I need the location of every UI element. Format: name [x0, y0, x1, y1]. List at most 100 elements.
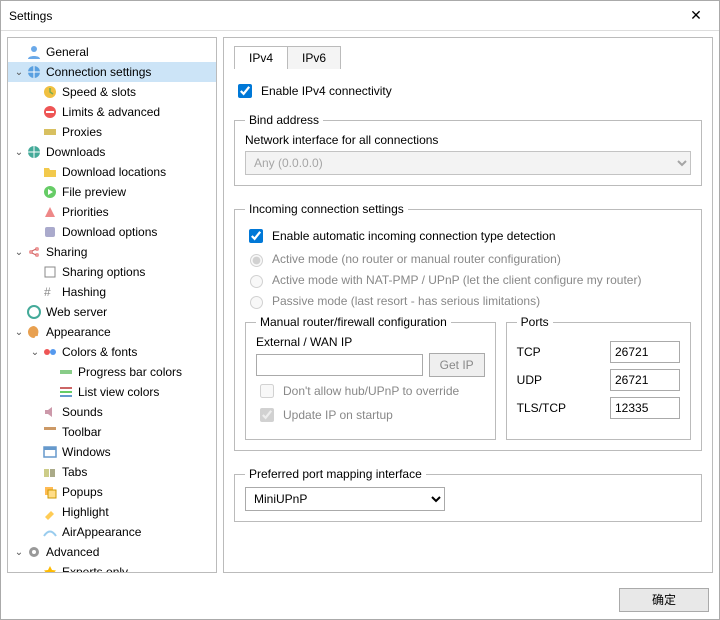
folder-icon — [42, 164, 58, 180]
clock-icon — [42, 84, 58, 100]
chevron-down-icon[interactable]: ⌄ — [12, 327, 26, 338]
tree-item-label: General — [46, 45, 89, 59]
sopts-icon — [42, 264, 58, 280]
tree-item[interactable]: # Hashing — [8, 282, 216, 302]
expert-icon — [42, 564, 58, 573]
tree-item[interactable]: Tabs — [8, 462, 216, 482]
settings-tree[interactable]: General ⌄ Connection settings Speed & slots… — [7, 37, 217, 573]
share-icon — [26, 244, 42, 260]
pref-mapping-legend: Preferred port mapping interface — [245, 467, 426, 481]
tree-item[interactable]: ⌄Colors & fonts — [8, 342, 216, 362]
tree-item-label: File preview — [62, 185, 126, 199]
incoming-group: Incoming connection settings Enable auto… — [234, 202, 702, 451]
tab-ipv4[interactable]: IPv4 — [234, 46, 288, 69]
web-icon — [26, 304, 42, 320]
chevron-down-icon[interactable]: ⌄ — [28, 347, 42, 358]
close-icon[interactable]: ✕ — [681, 7, 711, 24]
radio-nat[interactable] — [250, 275, 263, 288]
chevron-down-icon[interactable]: ⌄ — [12, 147, 26, 158]
tree-item[interactable]: Experts only — [8, 562, 216, 573]
tree-item[interactable]: Popups — [8, 482, 216, 502]
tree-item[interactable]: Priorities — [8, 202, 216, 222]
tree-item[interactable]: ⌄ Sharing — [8, 242, 216, 262]
tcp-input[interactable] — [610, 341, 680, 363]
tree-item[interactable]: General — [8, 42, 216, 62]
titlebar: Settings ✕ — [1, 1, 719, 31]
tls-label: TLS/TCP — [517, 401, 566, 415]
tree-item[interactable]: Speed & slots — [8, 82, 216, 102]
tree-item-label: Tabs — [62, 465, 87, 479]
gear-icon — [26, 544, 42, 560]
no-override-checkbox[interactable] — [260, 384, 274, 398]
ports-legend: Ports — [517, 315, 553, 329]
chevron-down-icon[interactable]: ⌄ — [12, 547, 26, 558]
tree-item[interactable]: Progress bar colors — [8, 362, 216, 382]
udp-label: UDP — [517, 373, 542, 387]
ext-ip-label: External / WAN IP — [256, 335, 485, 349]
tree-item-label: Experts only — [62, 565, 128, 573]
popup-icon — [42, 484, 58, 500]
tree-item-label: Hashing — [62, 285, 106, 299]
tree-item[interactable]: Highlight — [8, 502, 216, 522]
bind-interface-label: Network interface for all connections — [245, 133, 691, 147]
tree-item[interactable]: File preview — [8, 182, 216, 202]
tree-item[interactable]: Proxies — [8, 122, 216, 142]
tree-item[interactable]: AirAppearance — [8, 522, 216, 542]
tree-item[interactable]: Sharing options — [8, 262, 216, 282]
tree-item[interactable]: Download options — [8, 222, 216, 242]
tree-item[interactable]: Limits & advanced — [8, 102, 216, 122]
tree-item-label: Sharing — [46, 245, 87, 259]
air-icon — [42, 524, 58, 540]
tree-item[interactable]: Download locations — [8, 162, 216, 182]
tab-ipv6[interactable]: IPv6 — [287, 46, 341, 69]
pref-mapping-select[interactable]: MiniUPnP — [245, 487, 445, 511]
tls-input[interactable] — [610, 397, 680, 419]
tree-item-label: Web server — [46, 305, 107, 319]
tree-item[interactable]: Windows — [8, 442, 216, 462]
tree-item-label: Download locations — [62, 165, 166, 179]
udp-input[interactable] — [610, 369, 680, 391]
tree-item[interactable]: Web server — [8, 302, 216, 322]
settings-window: Settings ✕ General ⌄ Connection settings Sp… — [0, 0, 720, 620]
radio-active[interactable] — [250, 254, 263, 267]
ext-ip-input[interactable] — [256, 354, 423, 376]
user-icon — [26, 44, 42, 60]
chevron-down-icon[interactable]: ⌄ — [12, 67, 26, 78]
auto-detect-checkbox[interactable] — [249, 229, 263, 243]
update-startup-label: Update IP on startup — [283, 408, 393, 422]
tree-item[interactable]: ⌄ Connection settings — [8, 62, 216, 82]
ip-tabs: IPv4 IPv6 — [234, 46, 702, 69]
limit-icon — [42, 104, 58, 120]
tree-item-label: Priorities — [62, 205, 109, 219]
incoming-legend: Incoming connection settings — [245, 202, 408, 216]
radio-passive[interactable] — [250, 296, 263, 309]
tree-item-label: Advanced — [46, 545, 99, 559]
prog-icon — [58, 364, 74, 380]
tree-item-label: Proxies — [62, 125, 102, 139]
chevron-down-icon[interactable]: ⌄ — [12, 247, 26, 258]
hl-icon — [42, 504, 58, 520]
tree-item-label: Progress bar colors — [78, 365, 182, 379]
radio-nat-label: Active mode with NAT-PMP / UPnP (let the… — [272, 273, 641, 287]
tree-item[interactable]: Toolbar — [8, 422, 216, 442]
no-override-label: Don't allow hub/UPnP to override — [283, 384, 459, 398]
bind-interface-select[interactable]: Any (0.0.0.0) — [245, 151, 691, 175]
get-ip-button[interactable]: Get IP — [429, 353, 485, 377]
palette-icon — [26, 324, 42, 340]
ok-button[interactable]: 确定 — [619, 588, 709, 612]
tree-item[interactable]: Sounds — [8, 402, 216, 422]
tree-item[interactable]: ⌄ Advanced — [8, 542, 216, 562]
hash-icon: # — [42, 284, 58, 300]
tree-item[interactable]: ⌄Downloads — [8, 142, 216, 162]
tree-item-label: Connection settings — [46, 65, 151, 79]
tree-item[interactable]: ⌄ Appearance — [8, 322, 216, 342]
tcp-label: TCP — [517, 345, 541, 359]
proxy-icon — [42, 124, 58, 140]
update-startup-checkbox[interactable] — [260, 408, 274, 422]
tree-item[interactable]: List view colors — [8, 382, 216, 402]
enable-ipv4-checkbox[interactable] — [238, 84, 252, 98]
tree-item-label: List view colors — [78, 385, 159, 399]
manual-router-group: Manual router/firewall configuration Ext… — [245, 315, 496, 440]
ports-group: Ports TCP UDP TLS/TCP — [506, 315, 691, 440]
tree-item-label: Appearance — [46, 325, 111, 339]
